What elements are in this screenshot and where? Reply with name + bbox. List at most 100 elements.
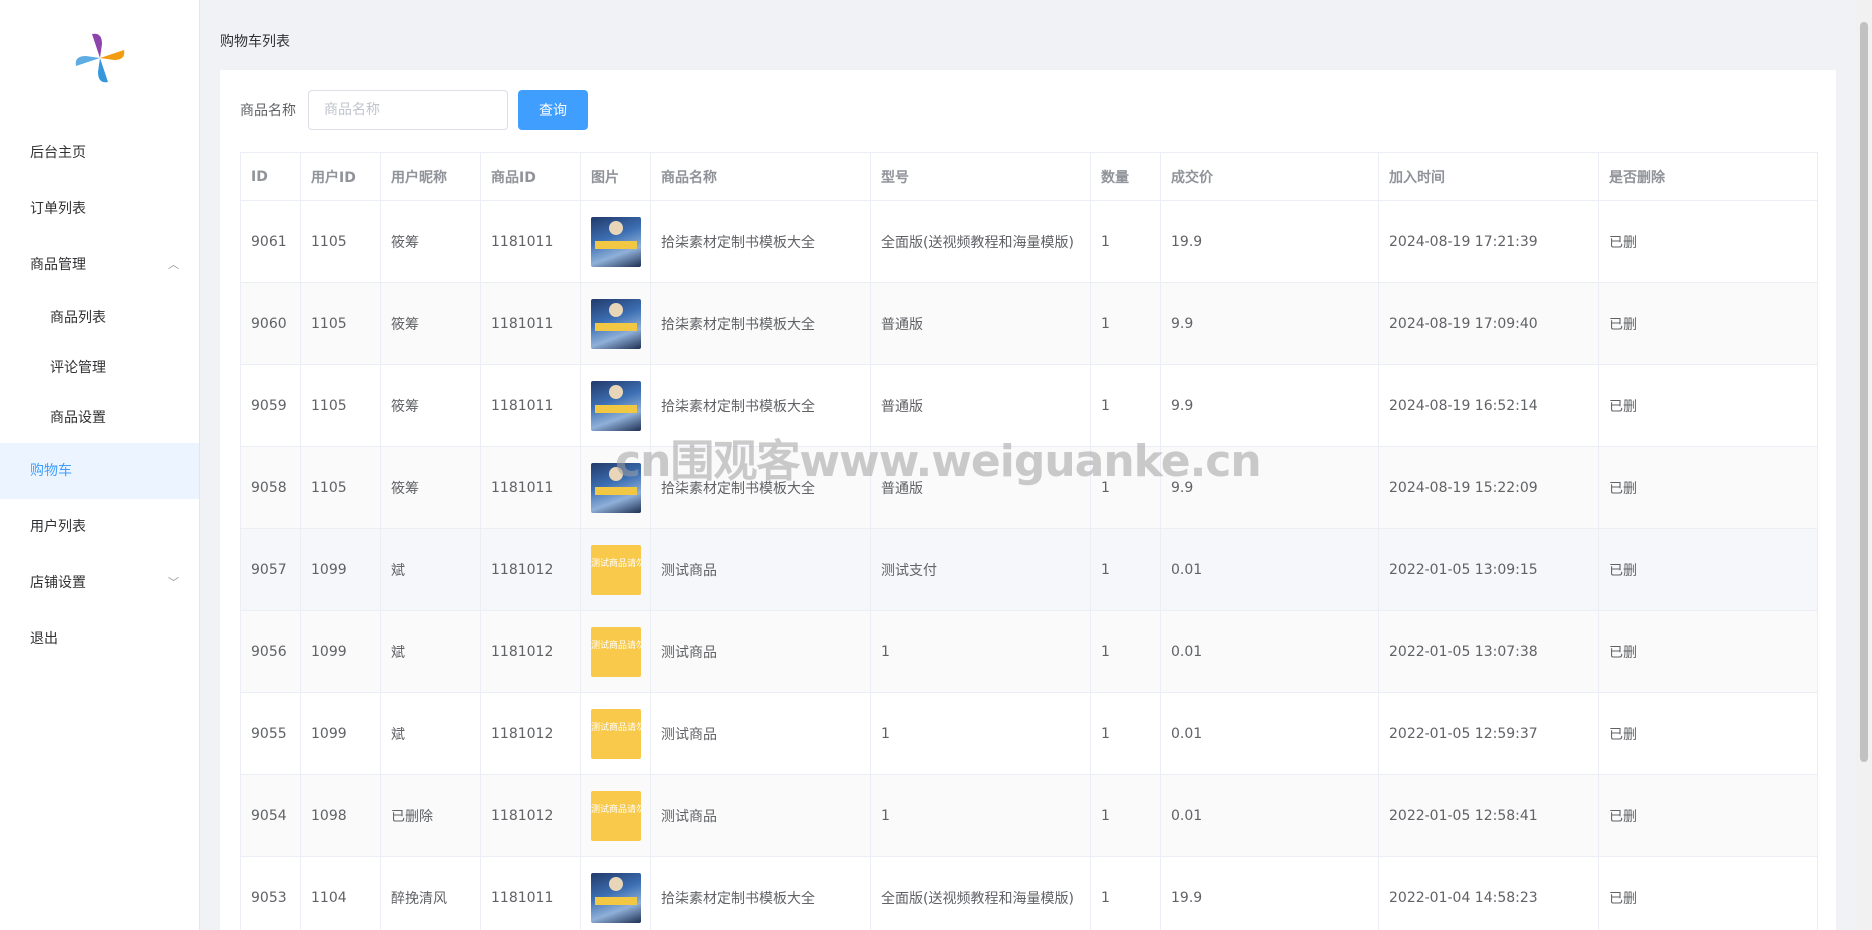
- cell-nick: 筱筹: [380, 200, 481, 283]
- sidebar-item-label: 订单列表: [30, 201, 86, 217]
- sidebar-item-label: 商品设置: [50, 410, 106, 426]
- cell-image: 测试商品请勿乱拍: [580, 692, 651, 775]
- product-thumbnail[interactable]: [591, 872, 641, 923]
- sidebar-item-label: 后台主页: [30, 145, 86, 161]
- cell-id: 9053: [240, 856, 301, 930]
- sidebar-item-label: 评论管理: [50, 360, 106, 376]
- search-bar: 商品名称 查询: [240, 90, 588, 130]
- column-header: 是否删除: [1598, 152, 1818, 201]
- cell-id: 9055: [240, 692, 301, 775]
- cell-deleted: 已删: [1598, 446, 1818, 529]
- sidebar-item-label: 商品管理: [30, 257, 86, 273]
- cell-model: 普通版: [870, 446, 1091, 529]
- sidebar-subitem-product-list[interactable]: 商品列表: [0, 293, 199, 343]
- cell-model: 1: [870, 610, 1091, 693]
- cell-id: 9054: [240, 774, 301, 857]
- cell-price: 9.9: [1160, 364, 1379, 447]
- cell-price: 0.01: [1160, 528, 1379, 611]
- query-button[interactable]: 查询: [518, 90, 588, 130]
- content-card: 商品名称 查询 ID用户ID用户昵称商品ID图片商品名称型号数量成交价加入时间是…: [220, 70, 1836, 930]
- cell-nick: 筱筹: [380, 364, 481, 447]
- product-thumbnail[interactable]: [591, 298, 641, 349]
- table-row[interactable]: 90541098已删除1181012测试商品请勿乱拍测试商品110.012022…: [240, 774, 1818, 857]
- cell-uid: 1105: [300, 446, 381, 529]
- cell-pid: 1181012: [480, 528, 581, 611]
- table-row[interactable]: 90571099斌1181012测试商品请勿乱拍测试商品测试支付10.01202…: [240, 528, 1818, 611]
- product-thumbnail[interactable]: 测试商品请勿乱拍: [591, 708, 641, 759]
- cell-qty: 1: [1090, 282, 1161, 365]
- table-row[interactable]: 9053 1104 醉挽清风 1181011 拾柒素材定制书模板大全 全面版(送视频教程和…: [240, 856, 1818, 930]
- cell-image: [580, 446, 651, 529]
- sidebar-subitem-product-settings[interactable]: 商品设置: [0, 393, 199, 443]
- cell-qty: 1: [1090, 610, 1161, 693]
- sidebar-item-label: 店铺设置: [30, 575, 86, 591]
- cell-pid: 1181011: [480, 856, 581, 930]
- cell-time: 2022-01-05 13:09:15: [1378, 528, 1599, 611]
- search-input[interactable]: [308, 90, 508, 130]
- cell-uid: 1099: [300, 528, 381, 611]
- table-row[interactable]: 9058 1105 筱筹 1181011 拾柒素材定制书模板大全 普通版 1 9.9 2024-…: [240, 446, 1818, 529]
- cell-name: 拾柒素材定制书模板大全: [650, 282, 871, 365]
- product-thumbnail[interactable]: 测试商品请勿乱拍: [591, 790, 641, 841]
- cell-name: 测试商品: [650, 692, 871, 775]
- cell-price: 19.9: [1160, 856, 1379, 930]
- column-header: 用户昵称: [380, 152, 481, 201]
- chevron-down-icon: ﹀: [168, 576, 179, 589]
- table-row[interactable]: 9060 1105 筱筹 1181011 拾柒素材定制书模板大全 普通版 1 9.9 2024-…: [240, 282, 1818, 365]
- cell-model: 1: [870, 692, 1091, 775]
- column-header: 商品名称: [650, 152, 871, 201]
- cell-deleted: 已删: [1598, 364, 1818, 447]
- sidebar-item-label: 购物车: [30, 463, 72, 479]
- sidebar-subitem-comments[interactable]: 评论管理: [0, 343, 199, 393]
- cart-table: ID 用户ID 用户昵称 商品ID 图片 商品名称 型号 数量 成交价 加入时间 是否删除 9061…: [240, 152, 1818, 930]
- product-thumbnail[interactable]: 测试商品请勿乱拍: [591, 626, 641, 677]
- breadcrumb: 购物车列表: [220, 34, 290, 50]
- cell-name: 拾柒素材定制书模板大全: [650, 446, 871, 529]
- cell-pid: 1181012: [480, 774, 581, 857]
- sidebar-item-users[interactable]: 用户列表: [0, 499, 199, 555]
- cell-price: 0.01: [1160, 610, 1379, 693]
- cell-pid: 1181011: [480, 282, 581, 365]
- cell-pid: 1181011: [480, 364, 581, 447]
- cell-price: 0.01: [1160, 692, 1379, 775]
- sidebar-menu: 后台主页 订单列表 商品管理 ︿ 商品列表 评论管理 商品设置 购物车 用户列表 …: [0, 125, 199, 667]
- sidebar-item-product-management[interactable]: 商品管理 ︿: [0, 237, 199, 293]
- scrollbar-thumb[interactable]: [1860, 22, 1868, 762]
- table-header-row: ID 用户ID 用户昵称 商品ID 图片 商品名称 型号 数量 成交价 加入时间 是否删除: [240, 152, 1818, 201]
- cell-name: 测试商品: [650, 610, 871, 693]
- column-header: 成交价: [1160, 152, 1379, 201]
- table-row[interactable]: 9061 1105 筱筹 1181011 拾柒素材定制书模板大全 全面版(送视频教程和海量…: [240, 200, 1818, 283]
- product-thumbnail[interactable]: [591, 216, 641, 267]
- sidebar: 后台主页 订单列表 商品管理 ︿ 商品列表 评论管理 商品设置 购物车 用户列表 …: [0, 0, 200, 930]
- table-row[interactable]: 90561099斌1181012测试商品请勿乱拍测试商品110.012022-0…: [240, 610, 1818, 693]
- cell-image: 测试商品请勿乱拍: [580, 774, 651, 857]
- column-header: 商品ID: [480, 152, 581, 201]
- scrollbar[interactable]: [1856, 0, 1872, 930]
- cell-deleted: 已删: [1598, 282, 1818, 365]
- cell-id: 9061: [240, 200, 301, 283]
- sidebar-item-cart[interactable]: 购物车: [0, 443, 199, 499]
- cell-deleted: 已删: [1598, 774, 1818, 857]
- product-thumbnail[interactable]: [591, 462, 641, 513]
- sidebar-item-orders[interactable]: 订单列表: [0, 181, 199, 237]
- table-row[interactable]: 9059 1105 筱筹 1181011 拾柒素材定制书模板大全 普通版 1 9.9 2024-…: [240, 364, 1818, 447]
- cell-pid: 1181012: [480, 610, 581, 693]
- product-thumbnail[interactable]: 测试商品请勿乱拍: [591, 544, 641, 595]
- table-row[interactable]: 90551099斌1181012测试商品请勿乱拍测试商品110.012022-0…: [240, 692, 1818, 775]
- cell-time: 2024-08-19 17:09:40: [1378, 282, 1599, 365]
- cell-time: 2022-01-05 12:58:41: [1378, 774, 1599, 857]
- cell-model: 全面版(送视频教程和海量模版): [870, 200, 1091, 283]
- sidebar-item-logout[interactable]: 退出: [0, 611, 199, 667]
- sidebar-item-label: 退出: [30, 631, 58, 647]
- main-content: 购物车列表 商品名称 查询 ID用户ID用户昵称商品ID图片商品名称型号数量成交…: [200, 0, 1856, 930]
- cell-qty: 1: [1090, 692, 1161, 775]
- product-thumbnail[interactable]: [591, 380, 641, 431]
- cell-image: [580, 856, 651, 930]
- cell-id: 9058: [240, 446, 301, 529]
- sidebar-item-store-settings[interactable]: 店铺设置 ﹀: [0, 555, 199, 611]
- column-header: 数量: [1090, 152, 1161, 201]
- sidebar-item-home[interactable]: 后台主页: [0, 125, 199, 181]
- cell-name: 测试商品: [650, 528, 871, 611]
- cell-model: 1: [870, 774, 1091, 857]
- sidebar-item-label: 商品列表: [50, 310, 106, 326]
